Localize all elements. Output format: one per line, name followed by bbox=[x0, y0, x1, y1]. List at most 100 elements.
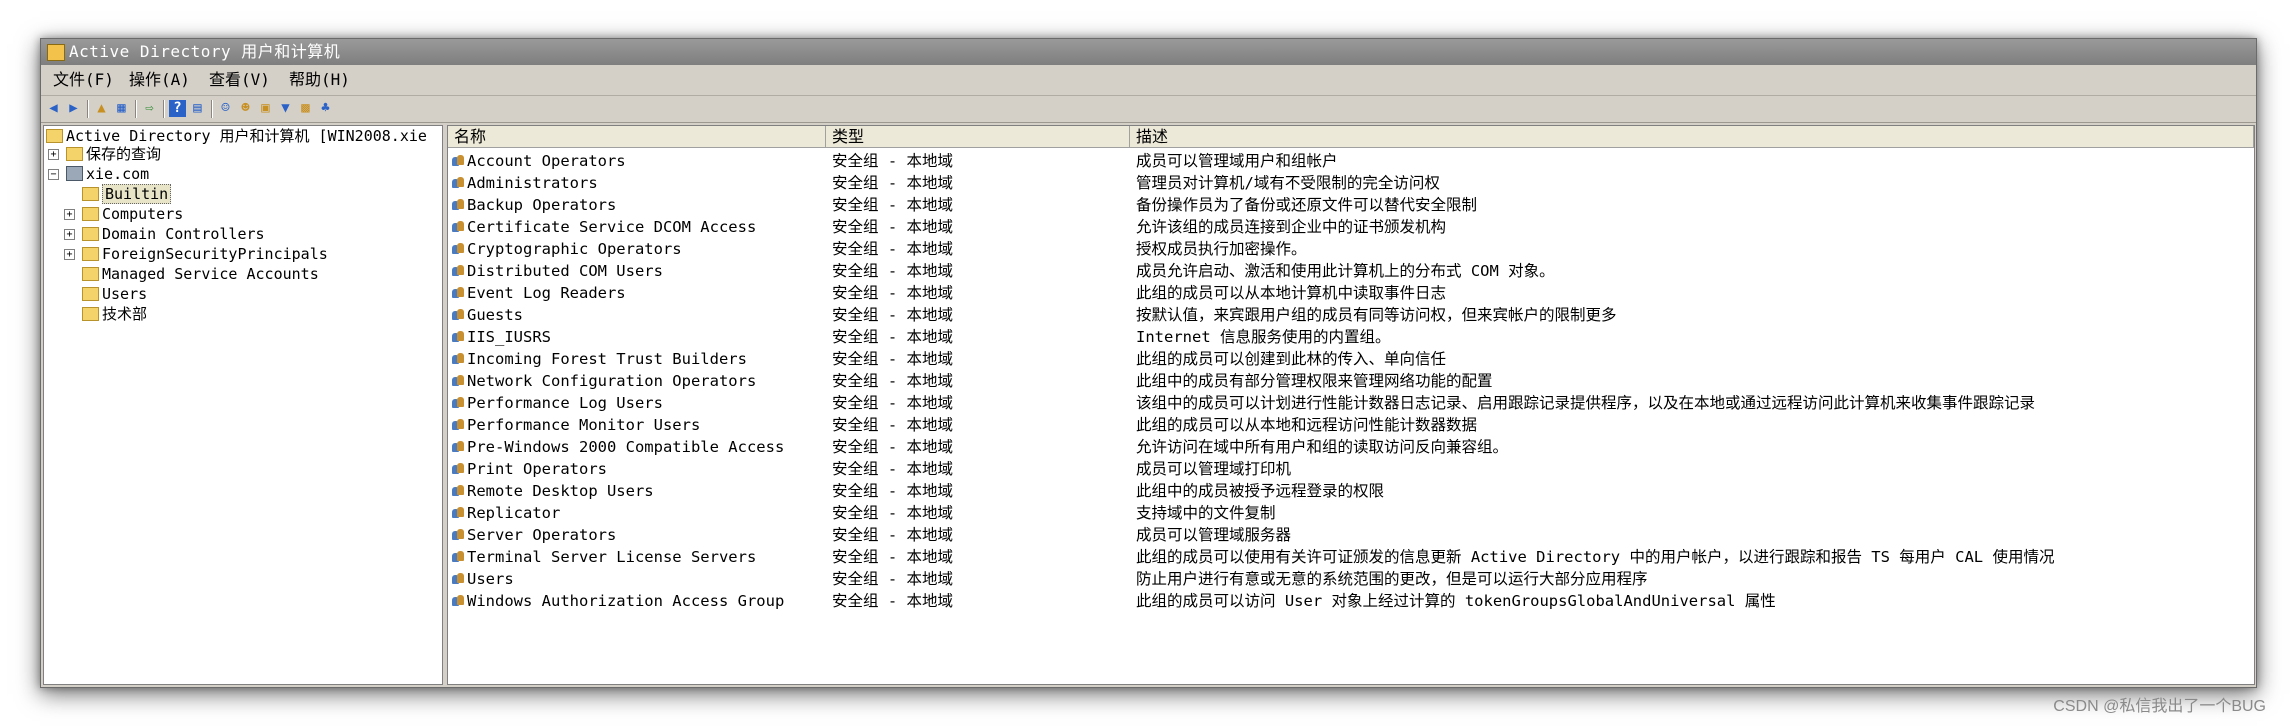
menu-help[interactable]: 帮助(H) bbox=[287, 65, 352, 95]
column-header-type[interactable]: 类型 bbox=[826, 126, 1130, 148]
security-group-icon bbox=[452, 550, 465, 563]
cell-name: Incoming Forest Trust Builders bbox=[452, 348, 747, 370]
collapse-icon[interactable]: − bbox=[48, 169, 59, 180]
tree-item-managed-service-accounts[interactable]: Managed Service Accounts bbox=[82, 264, 319, 284]
cell-name: Print Operators bbox=[452, 458, 607, 480]
security-group-icon bbox=[452, 418, 465, 431]
cell-type: 安全组 - 本地域 bbox=[832, 592, 953, 610]
security-group-icon bbox=[452, 528, 465, 541]
new-user-icon[interactable]: ☺ bbox=[217, 100, 234, 117]
security-group-icon bbox=[452, 440, 465, 453]
group-name: Certificate Service DCOM Access bbox=[467, 218, 757, 236]
cell-description: Internet 信息服务使用的内置组。 bbox=[1136, 328, 1391, 346]
folder-icon bbox=[82, 186, 99, 201]
table-row[interactable]: Cryptographic Operators 安全组 - 本地域 授权成员执行加密… bbox=[448, 238, 2248, 260]
folder-icon bbox=[82, 206, 99, 221]
table-row[interactable]: Remote Desktop Users 安全组 - 本地域 此组中的成员被授予远程… bbox=[448, 480, 2248, 502]
cell-name: Performance Monitor Users bbox=[452, 414, 700, 436]
tree-item-tech-dept[interactable]: 技术部 bbox=[82, 304, 147, 324]
menu-file[interactable]: 文件(F) bbox=[51, 65, 116, 95]
table-row[interactable]: Incoming Forest Trust Builders 安全组 - 本地域 此… bbox=[448, 348, 2248, 370]
menu-view[interactable]: 查看(V) bbox=[207, 65, 272, 95]
help-icon[interactable]: ? bbox=[169, 100, 186, 117]
cell-name: Users bbox=[452, 568, 514, 590]
cell-type: 安全组 - 本地域 bbox=[832, 416, 953, 434]
table-row[interactable]: Terminal Server License Servers 安全组 - 本地域… bbox=[448, 546, 2248, 568]
cell-description: 此组的成员可以使用有关许可证颁发的信息更新 Active Directory 中… bbox=[1136, 548, 2055, 566]
back-icon[interactable]: ◀ bbox=[45, 100, 62, 117]
expand-icon[interactable]: + bbox=[48, 149, 59, 160]
table-row[interactable]: Event Log Readers 安全组 - 本地域 此组的成员可以从本地计算机中… bbox=[448, 282, 2248, 304]
table-row[interactable]: Performance Monitor Users 安全组 - 本地域 此组的成员可… bbox=[448, 414, 2248, 436]
group-name: Performance Log Users bbox=[467, 394, 663, 412]
cell-type: 安全组 - 本地域 bbox=[832, 306, 953, 324]
properties-icon[interactable]: ▤ bbox=[189, 100, 206, 117]
up-icon[interactable]: ▲ bbox=[93, 100, 110, 117]
export-icon[interactable]: ⇨ bbox=[141, 100, 158, 117]
group-name: Guests bbox=[467, 306, 523, 324]
list-pane: 名称 类型 描述 Account Operators 安全组 - 本地域 成员可以管… bbox=[447, 125, 2255, 685]
cell-description: 允许该组的成员连接到企业中的证书颁发机构 bbox=[1136, 218, 1447, 236]
security-group-icon bbox=[452, 176, 465, 189]
cell-name: Guests bbox=[452, 304, 523, 326]
table-row[interactable]: Network Configuration Operators 安全组 - 本地域… bbox=[448, 370, 2248, 392]
cell-description: 授权成员执行加密操作。 bbox=[1136, 240, 1307, 258]
menu-action[interactable]: 操作(A) bbox=[127, 65, 192, 95]
table-row[interactable]: Performance Log Users 安全组 - 本地域 该组中的成员可以计划… bbox=[448, 392, 2248, 414]
group-name: Server Operators bbox=[467, 526, 617, 544]
group-name: Replicator bbox=[467, 504, 561, 522]
tree-root-label: Active Directory 用户和计算机 [WIN2008.xie bbox=[66, 127, 427, 145]
cell-type: 安全组 - 本地域 bbox=[832, 284, 953, 302]
expand-icon[interactable]: + bbox=[64, 209, 75, 220]
column-header-description[interactable]: 描述 bbox=[1130, 126, 2254, 148]
filter-icon[interactable]: ▼ bbox=[277, 100, 294, 117]
expand-icon[interactable]: + bbox=[64, 229, 75, 240]
forward-icon[interactable]: ▶ bbox=[65, 100, 82, 117]
cell-description: 成员可以管理域打印机 bbox=[1136, 460, 1292, 478]
column-header-name[interactable]: 名称 bbox=[448, 126, 826, 148]
security-group-icon bbox=[452, 484, 465, 497]
find-icon[interactable]: ▩ bbox=[297, 100, 314, 117]
cell-name: IIS_IUSRS bbox=[452, 326, 551, 348]
table-row[interactable]: IIS_IUSRS 安全组 - 本地域 Internet 信息服务使用的内置组。 bbox=[448, 326, 2248, 348]
ad-app-icon bbox=[47, 44, 65, 61]
show-hide-tree-icon[interactable]: ▦ bbox=[113, 100, 130, 117]
cell-name: Terminal Server License Servers bbox=[452, 546, 756, 568]
table-row[interactable]: Administrators 安全组 - 本地域 管理员对计算机/域有不受限制的完全… bbox=[448, 172, 2248, 194]
tree-item-label: 保存的查询 bbox=[86, 145, 162, 163]
table-row[interactable]: Server Operators 安全组 - 本地域 成员可以管理域服务器 bbox=[448, 524, 2248, 546]
tree-root[interactable]: Active Directory 用户和计算机 [WIN2008.xie bbox=[46, 126, 427, 146]
table-row[interactable]: Users 安全组 - 本地域 防止用户进行有意或无意的系统范围的更改，但是可以运行… bbox=[448, 568, 2248, 590]
tree-item-builtin[interactable]: Builtin bbox=[82, 184, 172, 204]
cell-name: Administrators bbox=[452, 172, 598, 194]
tree-item-label: Domain Controllers bbox=[102, 225, 265, 243]
table-row[interactable]: Pre-Windows 2000 Compatible Access 安全组 - … bbox=[448, 436, 2248, 458]
tree-item-users[interactable]: Users bbox=[82, 284, 147, 304]
table-row[interactable]: Backup Operators 安全组 - 本地域 备份操作员为了备份或还原文件可… bbox=[448, 194, 2248, 216]
new-group-icon[interactable]: ☻ bbox=[237, 100, 254, 117]
cell-description: 此组的成员可以创建到此林的传入、单向信任 bbox=[1136, 350, 1447, 368]
expand-icon[interactable]: + bbox=[64, 249, 75, 260]
cell-name: Network Configuration Operators bbox=[452, 370, 756, 392]
cell-type: 安全组 - 本地域 bbox=[832, 262, 953, 280]
table-row[interactable]: Account Operators 安全组 - 本地域 成员可以管理域用户和组帐户 bbox=[448, 150, 2248, 172]
security-group-icon bbox=[452, 374, 465, 387]
table-row[interactable]: Print Operators 安全组 - 本地域 成员可以管理域打印机 bbox=[448, 458, 2248, 480]
watermark: CSDN @私信我出了一个BUG bbox=[2053, 698, 2266, 715]
cell-type: 安全组 - 本地域 bbox=[832, 174, 953, 192]
add-to-group-icon[interactable]: ♣ bbox=[317, 100, 334, 117]
security-group-icon bbox=[452, 594, 465, 607]
group-name: Cryptographic Operators bbox=[467, 240, 682, 258]
tree-item-label: ForeignSecurityPrincipals bbox=[102, 245, 328, 263]
table-row[interactable]: Windows Authorization Access Group 安全组 - … bbox=[448, 590, 2248, 612]
cell-type: 安全组 - 本地域 bbox=[832, 196, 953, 214]
table-row[interactable]: Certificate Service DCOM Access 安全组 - 本地域… bbox=[448, 216, 2248, 238]
table-row[interactable]: Replicator 安全组 - 本地域 支持域中的文件复制 bbox=[448, 502, 2248, 524]
cell-description: 此组中的成员有部分管理权限来管理网络功能的配置 bbox=[1136, 372, 1493, 390]
cell-description: 此组的成员可以访问 User 对象上经过计算的 tokenGroupsGloba… bbox=[1136, 592, 1776, 610]
table-row[interactable]: Distributed COM Users 安全组 - 本地域 成员允许启动、激活和… bbox=[448, 260, 2248, 282]
new-ou-icon[interactable]: ▣ bbox=[257, 100, 274, 117]
cell-description: 成员可以管理域服务器 bbox=[1136, 526, 1292, 544]
table-row[interactable]: Guests 安全组 - 本地域 按默认值，来宾跟用户组的成员有同等访问权，但来宾帐… bbox=[448, 304, 2248, 326]
cell-description: 成员允许启动、激活和使用此计算机上的分布式 COM 对象。 bbox=[1136, 262, 1555, 280]
